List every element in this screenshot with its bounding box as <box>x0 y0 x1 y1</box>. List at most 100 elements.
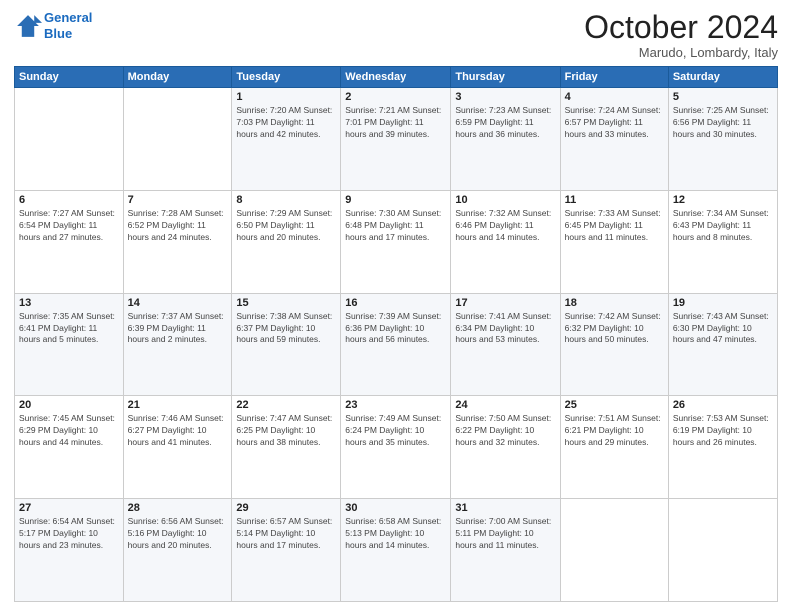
day-number: 7 <box>128 194 228 206</box>
day-number: 3 <box>455 91 555 103</box>
day-info: Sunrise: 7:51 AM Sunset: 6:21 PM Dayligh… <box>565 413 664 449</box>
month-title: October 2024 <box>584 10 778 45</box>
table-row: 17 Sunrise: 7:41 AM Sunset: 6:34 PM Dayli… <box>451 293 560 396</box>
day-info: Sunrise: 6:58 AM Sunset: 5:13 PM Dayligh… <box>345 516 446 552</box>
day-number: 15 <box>236 297 336 309</box>
day-info: Sunrise: 7:46 AM Sunset: 6:27 PM Dayligh… <box>128 413 228 449</box>
page: General Blue October 2024 Marudo, Lombar… <box>0 0 792 612</box>
table-row: 13Sunrise: 7:35 AM Sunset: 6:41 PM Dayli… <box>15 293 124 396</box>
table-row: 11 Sunrise: 7:33 AM Sunset: 6:45 PM Dayli… <box>560 190 668 293</box>
table-row <box>123 88 232 191</box>
day-number: 20 <box>19 399 119 411</box>
day-info: Sunrise: 7:28 AM Sunset: 6:52 PM Dayligh… <box>128 208 228 244</box>
col-thursday: Thursday <box>451 67 560 88</box>
table-row: 4Sunrise: 7:24 AM Sunset: 6:57 PM Daylig… <box>560 88 668 191</box>
day-number: 24 <box>455 399 555 411</box>
table-row: 23 Sunrise: 7:49 AM Sunset: 6:24 PM Dayli… <box>341 396 451 499</box>
table-row: 3 Sunrise: 7:23 AM Sunset: 6:59 PM Daylig… <box>451 88 560 191</box>
day-number: 8 <box>236 194 336 206</box>
col-monday: Monday <box>123 67 232 88</box>
day-info: Sunrise: 7:34 AM Sunset: 6:43 PM Dayligh… <box>673 208 773 244</box>
calendar-week-3: 13Sunrise: 7:35 AM Sunset: 6:41 PM Dayli… <box>15 293 778 396</box>
table-row: 12 Sunrise: 7:34 AM Sunset: 6:43 PM Dayli… <box>668 190 777 293</box>
day-info: Sunrise: 7:49 AM Sunset: 6:24 PM Dayligh… <box>345 413 446 449</box>
calendar-week-1: 1Sunrise: 7:20 AM Sunset: 7:03 PM Daylig… <box>15 88 778 191</box>
logo: General Blue <box>14 10 92 41</box>
table-row: 30Sunrise: 6:58 AM Sunset: 5:13 PM Dayli… <box>341 499 451 602</box>
day-info: Sunrise: 7:38 AM Sunset: 6:37 PM Dayligh… <box>236 311 336 347</box>
day-number: 5 <box>673 91 773 103</box>
table-row: 18Sunrise: 7:42 AM Sunset: 6:32 PM Dayli… <box>560 293 668 396</box>
table-row <box>15 88 124 191</box>
table-row: 5 Sunrise: 7:25 AM Sunset: 6:56 PM Daylig… <box>668 88 777 191</box>
day-number: 18 <box>565 297 664 309</box>
day-info: Sunrise: 7:53 AM Sunset: 6:19 PM Dayligh… <box>673 413 773 449</box>
day-number: 4 <box>565 91 664 103</box>
table-row: 22 Sunrise: 7:47 AM Sunset: 6:25 PM Dayli… <box>232 396 341 499</box>
day-info: Sunrise: 7:43 AM Sunset: 6:30 PM Dayligh… <box>673 311 773 347</box>
calendar-table: Sunday Monday Tuesday Wednesday Thursday… <box>14 66 778 602</box>
table-row: 29Sunrise: 6:57 AM Sunset: 5:14 PM Dayli… <box>232 499 341 602</box>
logo-icon <box>14 12 42 40</box>
table-row: 25Sunrise: 7:51 AM Sunset: 6:21 PM Dayli… <box>560 396 668 499</box>
day-number: 2 <box>345 91 446 103</box>
day-info: Sunrise: 7:33 AM Sunset: 6:45 PM Dayligh… <box>565 208 664 244</box>
table-row <box>560 499 668 602</box>
day-info: Sunrise: 6:57 AM Sunset: 5:14 PM Dayligh… <box>236 516 336 552</box>
table-row: 26 Sunrise: 7:53 AM Sunset: 6:19 PM Dayli… <box>668 396 777 499</box>
table-row: 20 Sunrise: 7:45 AM Sunset: 6:29 PM Dayli… <box>15 396 124 499</box>
day-number: 16 <box>345 297 446 309</box>
day-info: Sunrise: 7:25 AM Sunset: 6:56 PM Dayligh… <box>673 105 773 141</box>
day-number: 26 <box>673 399 773 411</box>
day-info: Sunrise: 7:29 AM Sunset: 6:50 PM Dayligh… <box>236 208 336 244</box>
day-info: Sunrise: 7:39 AM Sunset: 6:36 PM Dayligh… <box>345 311 446 347</box>
col-friday: Friday <box>560 67 668 88</box>
logo-text: General Blue <box>44 10 92 41</box>
day-number: 19 <box>673 297 773 309</box>
table-row: 8 Sunrise: 7:29 AM Sunset: 6:50 PM Daylig… <box>232 190 341 293</box>
table-row: 27Sunrise: 6:54 AM Sunset: 5:17 PM Dayli… <box>15 499 124 602</box>
day-info: Sunrise: 7:20 AM Sunset: 7:03 PM Dayligh… <box>236 105 336 141</box>
day-info: Sunrise: 7:47 AM Sunset: 6:25 PM Dayligh… <box>236 413 336 449</box>
table-row: 19 Sunrise: 7:43 AM Sunset: 6:30 PM Dayli… <box>668 293 777 396</box>
calendar-body: 1Sunrise: 7:20 AM Sunset: 7:03 PM Daylig… <box>15 88 778 602</box>
table-row: 10Sunrise: 7:32 AM Sunset: 6:46 PM Dayli… <box>451 190 560 293</box>
table-row: 2 Sunrise: 7:21 AM Sunset: 7:01 PM Daylig… <box>341 88 451 191</box>
day-info: Sunrise: 7:50 AM Sunset: 6:22 PM Dayligh… <box>455 413 555 449</box>
day-number: 11 <box>565 194 664 206</box>
day-info: Sunrise: 7:21 AM Sunset: 7:01 PM Dayligh… <box>345 105 446 141</box>
day-number: 6 <box>19 194 119 206</box>
col-saturday: Saturday <box>668 67 777 88</box>
calendar-week-4: 20 Sunrise: 7:45 AM Sunset: 6:29 PM Dayli… <box>15 396 778 499</box>
table-row: 24 Sunrise: 7:50 AM Sunset: 6:22 PM Dayli… <box>451 396 560 499</box>
table-row: 14Sunrise: 7:37 AM Sunset: 6:39 PM Dayli… <box>123 293 232 396</box>
table-row: 1Sunrise: 7:20 AM Sunset: 7:03 PM Daylig… <box>232 88 341 191</box>
day-info: Sunrise: 7:45 AM Sunset: 6:29 PM Dayligh… <box>19 413 119 449</box>
day-number: 31 <box>455 502 555 514</box>
calendar-week-5: 27Sunrise: 6:54 AM Sunset: 5:17 PM Dayli… <box>15 499 778 602</box>
day-number: 22 <box>236 399 336 411</box>
day-number: 21 <box>128 399 228 411</box>
table-row: 28Sunrise: 6:56 AM Sunset: 5:16 PM Dayli… <box>123 499 232 602</box>
day-number: 14 <box>128 297 228 309</box>
table-row: 31 Sunrise: 7:00 AM Sunset: 5:11 PM Dayli… <box>451 499 560 602</box>
day-info: Sunrise: 6:56 AM Sunset: 5:16 PM Dayligh… <box>128 516 228 552</box>
col-wednesday: Wednesday <box>341 67 451 88</box>
day-number: 12 <box>673 194 773 206</box>
table-row: 7 Sunrise: 7:28 AM Sunset: 6:52 PM Daylig… <box>123 190 232 293</box>
table-row: 15 Sunrise: 7:38 AM Sunset: 6:37 PM Dayli… <box>232 293 341 396</box>
calendar-header: Sunday Monday Tuesday Wednesday Thursday… <box>15 67 778 88</box>
header-row: Sunday Monday Tuesday Wednesday Thursday… <box>15 67 778 88</box>
day-info: Sunrise: 7:32 AM Sunset: 6:46 PM Dayligh… <box>455 208 555 244</box>
title-block: October 2024 Marudo, Lombardy, Italy <box>584 10 778 60</box>
day-info: Sunrise: 7:35 AM Sunset: 6:41 PM Dayligh… <box>19 311 119 347</box>
day-number: 17 <box>455 297 555 309</box>
day-info: Sunrise: 7:41 AM Sunset: 6:34 PM Dayligh… <box>455 311 555 347</box>
table-row: 9Sunrise: 7:30 AM Sunset: 6:48 PM Daylig… <box>341 190 451 293</box>
day-info: Sunrise: 7:27 AM Sunset: 6:54 PM Dayligh… <box>19 208 119 244</box>
day-info: Sunrise: 7:00 AM Sunset: 5:11 PM Dayligh… <box>455 516 555 552</box>
header: General Blue October 2024 Marudo, Lombar… <box>14 10 778 60</box>
day-number: 23 <box>345 399 446 411</box>
day-number: 27 <box>19 502 119 514</box>
day-info: Sunrise: 7:23 AM Sunset: 6:59 PM Dayligh… <box>455 105 555 141</box>
